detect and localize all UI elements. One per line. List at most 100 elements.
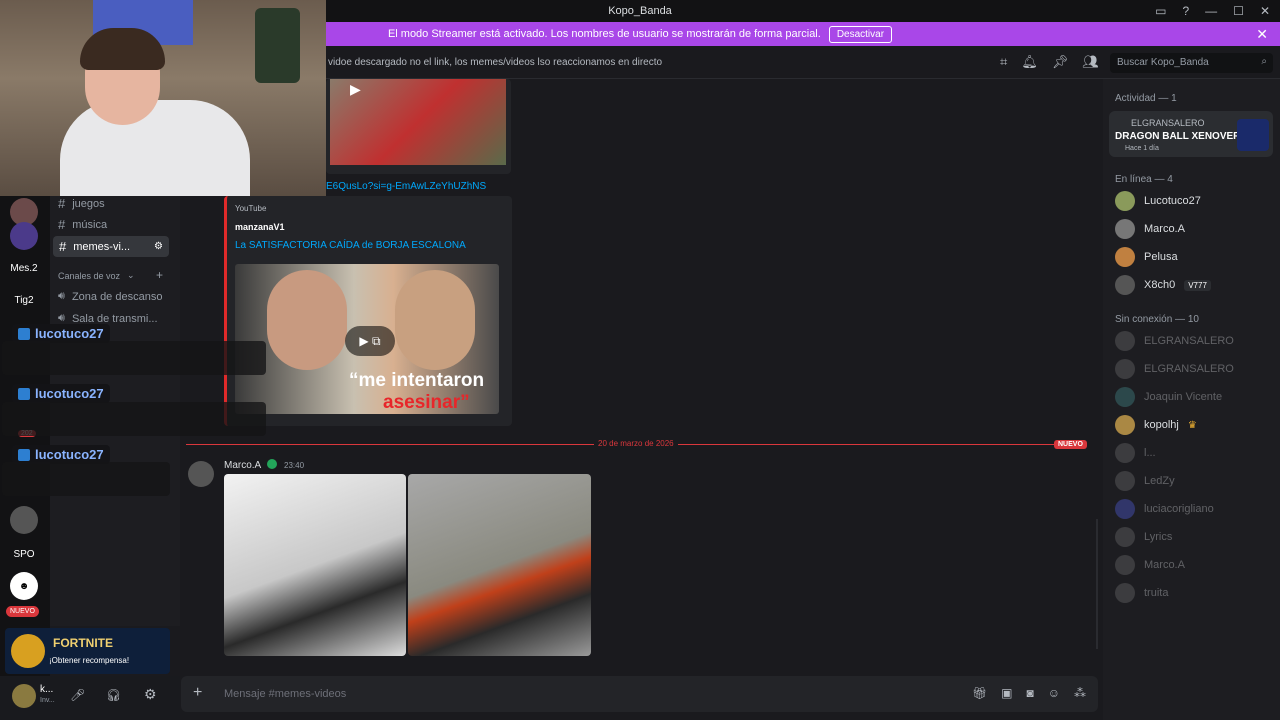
face-right	[395, 270, 475, 370]
member-item[interactable]: luciacorigliano	[1115, 499, 1214, 519]
scrollbar[interactable]	[1096, 519, 1098, 649]
message-composer: + Mensaje #memes-videos 🎁︎ ▣ ◙ ☺ ⁂	[181, 676, 1098, 712]
hash-icon: #	[58, 196, 66, 211]
member-item[interactable]: truita	[1115, 583, 1168, 603]
member-item[interactable]: ELGRANSALERO	[1115, 359, 1234, 379]
avatar	[1115, 359, 1135, 379]
channel-label: juegos	[72, 197, 105, 210]
voice-header-label: Canales de voz	[58, 270, 121, 281]
member-item[interactable]: l...	[1115, 443, 1156, 463]
embed-author[interactable]: manzanaV1	[235, 222, 285, 232]
activity-card[interactable]: ELGRANSALERO DRAGON BALL XENOVER... Hace…	[1109, 111, 1273, 157]
bell-icon[interactable]: 🔔︎	[1021, 54, 1038, 70]
promo-icon	[11, 634, 45, 668]
avatar	[1115, 499, 1135, 519]
new-badge: NUEVO	[1054, 440, 1087, 449]
member-item[interactable]: kopolhj ♛	[1115, 415, 1197, 435]
gif-icon[interactable]: ▣	[1001, 686, 1012, 700]
member-item[interactable]: Joaquin Vicente	[1115, 387, 1222, 407]
member-item[interactable]: Lyrics	[1115, 527, 1172, 547]
search-placeholder: Buscar Kopo_Banda	[1117, 57, 1209, 68]
member-item[interactable]: Marco.A	[1115, 219, 1185, 239]
gear-icon[interactable]: ⚙	[144, 686, 157, 703]
member-name: kopolhj	[1144, 419, 1179, 431]
play-icon[interactable]: ▶	[350, 81, 361, 98]
channel-musica[interactable]: # música	[58, 217, 107, 232]
avatar	[1115, 555, 1135, 575]
threads-icon[interactable]: ⌗	[1000, 54, 1007, 70]
channel-memes-videos[interactable]: # memes-vi... ⚙	[53, 236, 169, 257]
member-item[interactable]: LedZy	[1115, 471, 1175, 491]
member-item[interactable]: Marco.A	[1115, 555, 1185, 575]
inbox-icon[interactable]: ▭	[1155, 4, 1166, 18]
embed-title[interactable]: La SATISFACTORIA CAÍDA de BORJA ESCALONA	[235, 240, 466, 251]
voice-channels-header[interactable]: Canales de voz ⌄	[58, 270, 135, 281]
overlay-chat-box	[2, 462, 170, 496]
member-item[interactable]: Lucotuco27	[1115, 191, 1201, 211]
member-item[interactable]: Pelusa	[1115, 247, 1178, 267]
offline-header: Sin conexión — 10	[1115, 314, 1199, 325]
maximize-icon[interactable]: ☐	[1233, 4, 1244, 18]
face-left	[267, 270, 347, 370]
member-name: Lyrics	[1144, 531, 1173, 543]
member-name: ELGRANSALERO	[1144, 335, 1234, 347]
image-attachment[interactable]	[224, 474, 406, 656]
close-window-icon[interactable]: ✕	[1260, 4, 1270, 18]
message-link[interactable]: E6QusLo?si=g-EmAwLZeYhUZhNS	[326, 181, 486, 192]
emoji-icon[interactable]: ☺	[1048, 686, 1060, 700]
avatar[interactable]	[188, 461, 214, 487]
add-attachment-icon[interactable]: +	[193, 684, 202, 702]
play-icon[interactable]: ▶ ⧉	[345, 326, 395, 356]
add-channel-icon[interactable]: +	[156, 268, 163, 282]
avatar	[1115, 219, 1135, 239]
image-attachment[interactable]	[408, 474, 591, 656]
voice-channel-zona[interactable]: 🔊︎ Zona de descanso	[58, 290, 162, 303]
microphone-icon[interactable]: 🎤︎	[70, 688, 85, 702]
avatar	[1115, 331, 1135, 351]
video-attachment[interactable]: ▶	[326, 79, 511, 174]
gift-icon[interactable]: 🎁︎	[972, 686, 987, 700]
overlay-chat-box	[2, 341, 266, 375]
server-spo[interactable]: SPO	[6, 540, 42, 568]
member-name: Lucotuco27	[1144, 195, 1201, 207]
minimize-icon[interactable]: —	[1205, 4, 1217, 18]
headphones-icon[interactable]: 🎧︎	[106, 688, 121, 702]
server-icon[interactable]	[10, 506, 38, 534]
member-name: X8ch0	[1144, 279, 1176, 291]
settings-icon[interactable]: ⚙	[154, 241, 163, 252]
message-author[interactable]: Marco.A	[224, 460, 261, 471]
sticker-icon[interactable]: ◙	[1026, 686, 1033, 700]
member-name: Pelusa	[1144, 251, 1178, 263]
server-mes2[interactable]: Mes.2	[6, 254, 42, 282]
embed-thumbnail[interactable]: ▶ ⧉ “me intentaron asesinar”	[235, 264, 499, 414]
person-hair	[80, 28, 165, 70]
server-icon[interactable]	[10, 222, 38, 250]
member-name: LedZy	[1144, 475, 1175, 487]
search-input[interactable]: Buscar Kopo_Banda ⌕	[1110, 53, 1273, 73]
promo-text: ¡Obtener recompensa!	[49, 656, 130, 665]
fortnite-promo[interactable]: FORTNITE ¡Obtener recompensa!	[5, 628, 170, 674]
server-label: Tig2	[14, 294, 34, 306]
members-icon[interactable]: 👥︎	[1082, 54, 1099, 70]
avatar	[1115, 443, 1135, 463]
member-item[interactable]: ELGRANSALERO	[1115, 331, 1234, 351]
activity-time: Hace 1 día	[1125, 145, 1159, 152]
server-icon[interactable]: ☻	[10, 572, 38, 600]
avatar[interactable]	[12, 684, 36, 708]
channel-juegos[interactable]: # juegos	[58, 196, 105, 211]
streamer-mode-text: El modo Streamer está activado. Los nomb…	[387, 28, 821, 40]
logo-icon	[18, 327, 30, 340]
message-input[interactable]: Mensaje #memes-videos	[224, 688, 346, 700]
member-item[interactable]: X8ch0 V777	[1115, 275, 1211, 295]
server-tig2[interactable]: Tig2	[6, 286, 42, 314]
activity-game: DRAGON BALL XENOVER...	[1115, 131, 1249, 142]
help-icon[interactable]: ?	[1182, 4, 1189, 18]
apps-icon[interactable]: ⁂	[1074, 686, 1086, 700]
pin-icon[interactable]: 📌︎	[1052, 54, 1069, 70]
member-name: luciacorigliano	[1144, 503, 1214, 515]
user-name: k...	[40, 684, 54, 695]
close-icon[interactable]: ✕	[1256, 26, 1268, 43]
deactivate-button[interactable]: Desactivar	[828, 25, 893, 43]
overlay-chat-box	[2, 402, 266, 436]
overlay-username: lucotuco27	[12, 384, 110, 403]
